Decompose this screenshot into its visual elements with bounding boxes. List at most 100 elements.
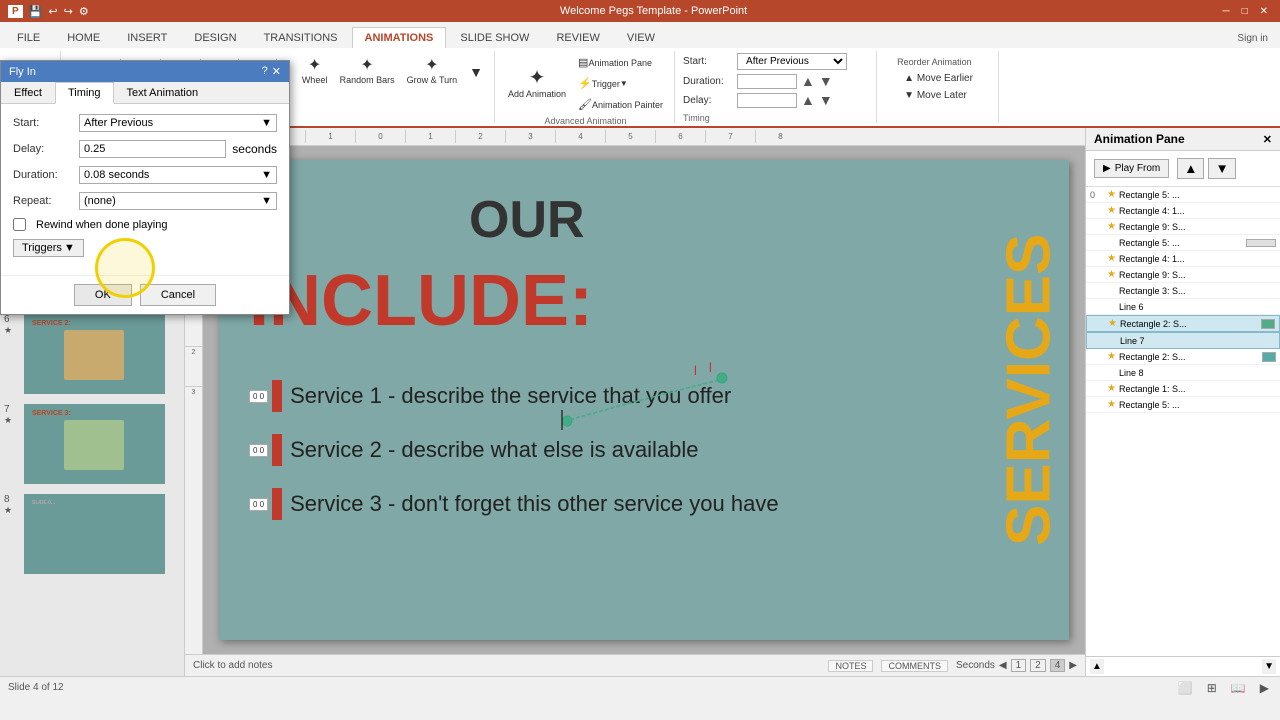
anim-scroll-down-btn[interactable]: ▼: [1262, 659, 1276, 674]
anim-scroll-btn[interactable]: ▼: [464, 61, 488, 83]
slide-image-6[interactable]: SERVICE 2:: [22, 312, 167, 396]
tab-file[interactable]: FILE: [4, 27, 53, 48]
add-animation-btn[interactable]: ✦ Add Animation: [503, 65, 571, 102]
animation-pane-btn[interactable]: ▤ Animation Pane: [573, 53, 668, 72]
anim-growturn-btn[interactable]: ✦ Grow & Turn: [402, 55, 463, 88]
anim-item-rect2s2[interactable]: ★ Rectangle 2: S...: [1086, 349, 1280, 365]
dialog-triggers-btn[interactable]: Triggers ▼: [13, 239, 84, 257]
anim-wheel-btn[interactable]: ✦ Wheel: [297, 55, 333, 88]
anim-item-6[interactable]: ★ Rectangle 3: S...: [1086, 283, 1280, 299]
dialog-delay-input[interactable]: [79, 140, 226, 158]
delay-down[interactable]: ▼: [819, 92, 833, 108]
anim-item-line7[interactable]: ★ Line 7: [1086, 332, 1280, 349]
app-icon: P: [8, 5, 23, 18]
duration-input[interactable]: 00.08: [737, 74, 797, 89]
duration-up[interactable]: ▲: [801, 73, 815, 89]
anim-scroll-up-btn[interactable]: ▲: [1090, 659, 1104, 674]
delay-input[interactable]: 00.25: [737, 93, 797, 108]
timing-dialog: Fly In ? ✕ Effect Timing Text Animation …: [0, 60, 290, 315]
animation-pane-close[interactable]: ✕: [1263, 133, 1272, 146]
anim-item-rect1s[interactable]: ★ Rectangle 1: S...: [1086, 381, 1280, 397]
maximize-btn[interactable]: □: [1238, 6, 1252, 17]
trigger-btn[interactable]: ⚡ Trigger▼: [573, 74, 668, 93]
slide-nav-next[interactable]: ▶: [1069, 660, 1077, 671]
dialog-ok-btn[interactable]: OK: [74, 284, 132, 306]
tab-transitions[interactable]: TRANSITIONS: [251, 27, 351, 48]
notes-bar: Click to add notes NOTES COMMENTS Second…: [185, 654, 1085, 676]
anim-item-5[interactable]: ★ Rectangle 9: S...: [1086, 267, 1280, 283]
anim-item-3[interactable]: ★ Rectangle 5: ...: [1086, 235, 1280, 251]
slide-thumb-7[interactable]: 7 ★ SERVICE 3:: [4, 402, 180, 486]
start-dropdown[interactable]: After Previous On Click With Previous: [737, 53, 847, 70]
page-num-2[interactable]: 2: [1030, 659, 1046, 672]
quick-access-redo[interactable]: ↪: [64, 5, 73, 18]
reorder-group: Reorder Animation ▲ Move Earlier ▼ Move …: [879, 51, 999, 123]
tab-slideshow[interactable]: SLIDE SHOW: [447, 27, 542, 48]
notes-btn[interactable]: NOTES: [828, 660, 873, 672]
comments-btn[interactable]: COMMENTS: [881, 660, 948, 672]
dialog-tab-timing[interactable]: Timing: [55, 82, 114, 104]
anim-item-4[interactable]: ★ Rectangle 4: 1...: [1086, 251, 1280, 267]
slide-image-8[interactable]: SLIDE 0...: [22, 492, 167, 576]
slide-nav-prev[interactable]: ◀: [999, 660, 1007, 671]
anim-item-rect2s[interactable]: ★ Rectangle 2: S...: [1086, 315, 1280, 332]
start-chevron-icon: ▼: [261, 117, 272, 129]
anim-item-0[interactable]: 0 ★ Rectangle 5: ...: [1086, 187, 1280, 203]
close-btn[interactable]: ✕: [1256, 6, 1272, 17]
dialog-repeat-select[interactable]: (none) ▼: [79, 192, 277, 210]
dialog-delay-label: Delay:: [13, 143, 73, 155]
dialog-help-btn[interactable]: ?: [262, 65, 268, 78]
dialog-duration-row: Duration: 0.08 seconds ▼: [13, 166, 277, 184]
anim-item-rect5s[interactable]: ★ Rectangle 5: ...: [1086, 397, 1280, 413]
tab-view[interactable]: VIEW: [614, 27, 668, 48]
anim-item-1[interactable]: ★ Rectangle 4: 1...: [1086, 203, 1280, 219]
anim-up-btn[interactable]: ▲: [1177, 158, 1204, 179]
slide-services-text: SERVICES: [999, 170, 1059, 610]
dialog-duration-select[interactable]: 0.08 seconds ▼: [79, 166, 277, 184]
dialog-repeat-row: Repeat: (none) ▼: [13, 192, 277, 210]
play-from-btn[interactable]: ▶Play From: [1094, 159, 1169, 178]
view-normal-btn[interactable]: ⬜: [1175, 680, 1196, 696]
page-num-4[interactable]: 4: [1050, 659, 1066, 672]
tab-design[interactable]: DESIGN: [181, 27, 249, 48]
anim-item-line8[interactable]: ★ Line 8: [1086, 365, 1280, 381]
quick-access-save[interactable]: 💾: [29, 5, 43, 18]
view-reading-btn[interactable]: 📖: [1228, 680, 1249, 696]
zoom-label: Seconds: [956, 660, 995, 671]
dialog-delay-unit: seconds: [232, 142, 277, 156]
tab-animations[interactable]: ANIMATIONS: [352, 27, 447, 48]
slide-image-7[interactable]: SERVICE 3:: [22, 402, 167, 486]
animation-list: 0 ★ Rectangle 5: ... ★ Rectangle 4: 1...…: [1086, 187, 1280, 656]
duration-down[interactable]: ▼: [819, 73, 833, 89]
dialog-start-select[interactable]: After Previous ▼: [79, 114, 277, 132]
page-num-1[interactable]: 1: [1011, 659, 1027, 672]
dialog-cancel-btn[interactable]: Cancel: [140, 284, 216, 306]
animation-pane-header: Animation Pane ✕: [1086, 128, 1280, 151]
anim-down-btn[interactable]: ▼: [1208, 158, 1235, 179]
slide-thumb-6[interactable]: 6 ★ SERVICE 2:: [4, 312, 180, 396]
view-slideshow-btn[interactable]: ▶: [1257, 680, 1272, 696]
tab-review[interactable]: REVIEW: [543, 27, 612, 48]
view-sorter-btn[interactable]: ⊞: [1204, 680, 1220, 696]
slide[interactable]: OUR SERVICES INCLUDE: 0 0 Service 1 - de…: [219, 160, 1069, 640]
notes-placeholder[interactable]: Click to add notes: [193, 660, 273, 671]
quick-access-customize[interactable]: ⚙: [79, 5, 89, 18]
tab-home[interactable]: HOME: [54, 27, 113, 48]
animation-painter-btn[interactable]: 🖌 Animation Painter: [573, 95, 668, 114]
move-later-btn[interactable]: ▼ Move Later: [897, 88, 974, 103]
anim-item-2[interactable]: ★ Rectangle 9: S...: [1086, 219, 1280, 235]
anim-randombars-btn[interactable]: ✦ Random Bars: [335, 55, 400, 88]
quick-access-undo[interactable]: ↩: [48, 5, 57, 18]
move-earlier-btn[interactable]: ▲ Move Earlier: [897, 71, 980, 86]
dialog-tab-effect[interactable]: Effect: [1, 82, 55, 103]
dialog-rewind-checkbox[interactable]: [13, 218, 26, 231]
slide-canvas[interactable]: OUR SERVICES INCLUDE: 0 0 Service 1 - de…: [203, 146, 1085, 654]
dialog-close-btn[interactable]: ✕: [272, 65, 281, 78]
slide-thumb-8[interactable]: 8 ★ SLIDE 0...: [4, 492, 180, 576]
anim-item-line6[interactable]: ★ Line 6: [1086, 299, 1280, 315]
dialog-tab-textanim[interactable]: Text Animation: [114, 82, 212, 103]
sign-in-link[interactable]: Sign in: [1229, 29, 1276, 48]
minimize-btn[interactable]: ─: [1218, 6, 1233, 17]
delay-up[interactable]: ▲: [801, 92, 815, 108]
tab-insert[interactable]: INSERT: [114, 27, 180, 48]
